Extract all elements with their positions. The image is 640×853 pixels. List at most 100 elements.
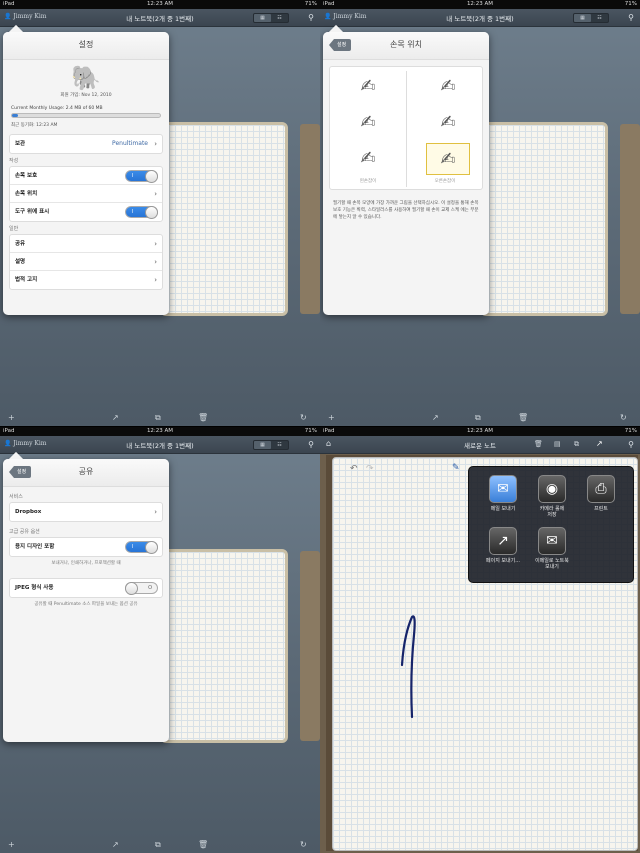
email-item[interactable]: ✉ 메일 보내기 bbox=[481, 475, 525, 512]
pen-icon[interactable]: ✎ bbox=[452, 463, 460, 473]
trash-icon[interactable]: 🗑 bbox=[198, 840, 208, 849]
search-icon[interactable]: ⚲ bbox=[628, 440, 634, 449]
evernote-item[interactable]: ✉ 이메일로 노트북 보내기 bbox=[530, 527, 574, 570]
service-group: Dropbox › bbox=[9, 502, 163, 522]
toggle-knob bbox=[145, 206, 158, 219]
nav-bar: ⌂ 새로운 노트 🗑 ▤ ⧉ ↗ ⚲ bbox=[320, 436, 640, 454]
notebook-cover[interactable] bbox=[480, 122, 608, 316]
sync-icon[interactable]: ↻ bbox=[300, 413, 307, 422]
next-notebook[interactable] bbox=[620, 124, 640, 314]
toggle-off-text: O bbox=[148, 585, 152, 591]
copy-icon[interactable]: ⧉ bbox=[155, 840, 161, 850]
palm-protect-row: 손목 보호 I bbox=[10, 167, 162, 185]
hand-left-mid-icon[interactable]: ✍ bbox=[350, 109, 386, 135]
usage-bar bbox=[11, 113, 161, 118]
toggle-on-text: I bbox=[132, 209, 134, 215]
grid-icon[interactable]: ▦ bbox=[254, 441, 271, 449]
bottom-toolbar: + ↗ ⧉ 🗑 ↻ bbox=[0, 839, 320, 853]
general-share-row[interactable]: 공유 › bbox=[10, 235, 162, 253]
clock: 12:23 AM bbox=[146, 428, 174, 434]
redo-icon[interactable]: ↷ bbox=[366, 464, 374, 474]
list-icon[interactable]: ☷ bbox=[271, 14, 288, 22]
hand-right-low-selected-icon[interactable]: ✍ bbox=[426, 143, 470, 175]
undo-icon[interactable]: ↶ bbox=[350, 464, 358, 474]
toggle-knob bbox=[145, 170, 158, 183]
general-legal-row[interactable]: 법적 고지 › bbox=[10, 271, 162, 289]
hand-left-low-icon[interactable]: ✍ bbox=[350, 145, 386, 171]
paper-design-row: 용지 디자인 포함 I bbox=[10, 538, 162, 556]
share-icon[interactable]: ↗ bbox=[432, 413, 439, 422]
dropbox-row[interactable]: Dropbox › bbox=[10, 503, 162, 521]
jpeg-toggle[interactable]: O bbox=[125, 582, 158, 595]
sync-icon[interactable]: ↻ bbox=[300, 840, 307, 849]
tools-on-top-toggle[interactable]: I bbox=[125, 206, 158, 219]
palm-position-row[interactable]: 손목 위치 › bbox=[10, 185, 162, 203]
storage-row[interactable]: 보관 Penultimate › bbox=[10, 135, 162, 153]
storage-label: 보관 bbox=[15, 141, 26, 147]
chevron-right-icon: › bbox=[154, 508, 157, 516]
trash-icon[interactable]: 🗑 bbox=[534, 440, 543, 448]
view-toggle[interactable]: ▦ ☷ bbox=[253, 13, 289, 23]
print-item[interactable]: ⎙ 프린트 bbox=[579, 475, 623, 512]
search-icon[interactable]: ⚲ bbox=[628, 13, 634, 22]
envelope-icon: ✉ bbox=[538, 527, 566, 555]
back-button[interactable]: 설정 bbox=[329, 39, 352, 51]
settings-popover: 설정 🐘 회원 가입: Nov 12, 2010 Current Monthly… bbox=[3, 24, 169, 315]
share-menu: ✉ 메일 보내기 ◉ 카메라 롤에 저장 ⎙ 프린트 ↗ 페이지 보내기... ✉ 이메일… bbox=[468, 466, 634, 583]
search-icon[interactable]: ⚲ bbox=[308, 440, 314, 449]
share-icon[interactable]: ↗ bbox=[112, 413, 119, 422]
popover-header: 설정 공유 bbox=[3, 459, 169, 487]
trash-icon[interactable]: 🗑 bbox=[198, 413, 208, 422]
view-toggle[interactable]: ▦ ☷ bbox=[253, 440, 289, 450]
status-bar: iPad 12:23 AM 71% bbox=[320, 0, 640, 9]
section-write: 작성 bbox=[9, 158, 19, 164]
write-group: 손목 보호 I 손목 위치 › 도구 위에 표시 I bbox=[9, 166, 163, 222]
chevron-right-icon: › bbox=[154, 240, 157, 248]
pages-icon[interactable]: ⧉ bbox=[574, 440, 579, 449]
notebook-cover[interactable] bbox=[160, 549, 288, 743]
section-advanced: 고급 공유 옵션 bbox=[9, 529, 40, 535]
notebook-cover[interactable] bbox=[160, 122, 288, 316]
hand-right-high-icon[interactable]: ✍ bbox=[430, 73, 466, 99]
paper-design-toggle[interactable]: I bbox=[125, 541, 158, 554]
next-notebook[interactable] bbox=[300, 551, 320, 741]
add-icon[interactable]: + bbox=[328, 413, 335, 422]
wrist-popover: 설정 손목 위치 ✍ ✍ ✍ ✍ ✍ ✍ 왼손잡이 오른손잡이 필기할 때 손목 … bbox=[323, 24, 489, 315]
storage-group: 보관 Penultimate › bbox=[9, 134, 163, 154]
camera-roll-item[interactable]: ◉ 카메라 롤에 저장 bbox=[530, 475, 574, 518]
paper-group: 용지 디자인 포함 I bbox=[9, 537, 163, 557]
right-caption: 오른손잡이 bbox=[434, 179, 456, 184]
hand-right-mid-icon[interactable]: ✍ bbox=[430, 109, 466, 135]
hand-left-high-icon[interactable]: ✍ bbox=[350, 73, 386, 99]
share-icon[interactable]: ↗ bbox=[112, 840, 119, 849]
back-button[interactable]: 설정 bbox=[9, 466, 32, 478]
jpeg-note: 공유할 때 Penultimate 소스 파일을 보내는 옵션 공유 bbox=[34, 602, 138, 607]
handwriting-stroke bbox=[400, 615, 416, 719]
add-icon[interactable]: + bbox=[8, 413, 15, 422]
toggle-on-text: I bbox=[132, 173, 134, 179]
general-help-row[interactable]: 설명 › bbox=[10, 253, 162, 271]
page-icon[interactable]: ▤ bbox=[554, 440, 561, 448]
trash-icon[interactable]: 🗑 bbox=[518, 413, 528, 422]
bottom-toolbar: + ↗ ⧉ 🗑 ↻ bbox=[320, 412, 640, 426]
status-bar: iPad 12:23 AM 71% bbox=[0, 0, 320, 9]
view-toggle[interactable]: ▦ ☷ bbox=[573, 13, 609, 23]
grid-icon[interactable]: ▦ bbox=[574, 14, 591, 22]
list-icon[interactable]: ☷ bbox=[271, 441, 288, 449]
next-notebook[interactable] bbox=[300, 124, 320, 314]
battery: 71% bbox=[304, 428, 317, 434]
copy-icon[interactable]: ⧉ bbox=[155, 413, 161, 423]
share-icon[interactable]: ↗ bbox=[596, 439, 603, 448]
chevron-right-icon: › bbox=[154, 190, 157, 198]
send-page-label: 페이지 보내기... bbox=[486, 558, 520, 564]
list-icon[interactable]: ☷ bbox=[591, 14, 608, 22]
grid-icon[interactable]: ▦ bbox=[254, 14, 271, 22]
send-page-item[interactable]: ↗ 페이지 보내기... bbox=[481, 527, 525, 564]
sync-icon[interactable]: ↻ bbox=[620, 413, 627, 422]
search-icon[interactable]: ⚲ bbox=[308, 13, 314, 22]
nav-bar: 👤 Jimmy Kim 내 노트북(2개 중 1번째) ▦ ☷ ⚲ bbox=[0, 9, 320, 27]
add-icon[interactable]: + bbox=[8, 840, 15, 849]
palm-protect-toggle[interactable]: I bbox=[125, 170, 158, 183]
send-page-icon: ↗ bbox=[489, 527, 517, 555]
copy-icon[interactable]: ⧉ bbox=[475, 413, 481, 423]
